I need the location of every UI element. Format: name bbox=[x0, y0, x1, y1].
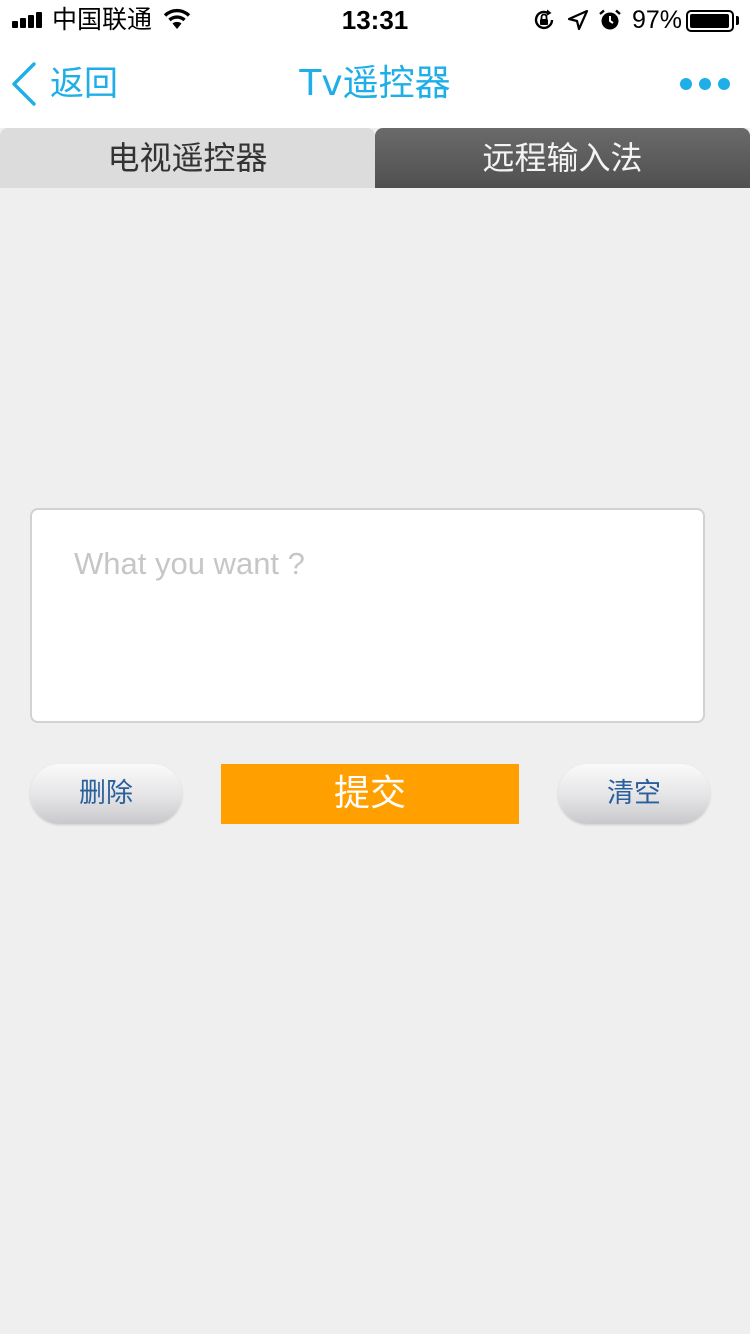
delete-button[interactable]: 删除 bbox=[30, 764, 182, 824]
orientation-lock-icon bbox=[534, 9, 554, 30]
battery-percent: 97% bbox=[632, 6, 683, 34]
clear-button[interactable]: 清空 bbox=[558, 764, 710, 824]
more-dots-icon bbox=[680, 78, 692, 90]
more-button[interactable] bbox=[672, 70, 730, 98]
battery-fill bbox=[690, 14, 729, 28]
submit-button[interactable]: 提交 bbox=[221, 764, 519, 824]
tab-tv-remote[interactable]: 电视遥控器 bbox=[0, 128, 375, 188]
nav-bar: 返回 Tv遥控器 bbox=[0, 40, 750, 128]
location-arrow-icon bbox=[567, 9, 589, 31]
battery-icon bbox=[686, 10, 734, 32]
page-title: Tv遥控器 bbox=[299, 63, 451, 104]
text-input[interactable] bbox=[32, 510, 703, 721]
battery-tip bbox=[736, 16, 739, 25]
status-bar: 中国联通 13:31 97% bbox=[0, 0, 750, 40]
alarm-icon bbox=[599, 9, 621, 30]
tab-remote-input[interactable]: 远程输入法 bbox=[375, 128, 750, 188]
text-input-box bbox=[30, 508, 705, 723]
